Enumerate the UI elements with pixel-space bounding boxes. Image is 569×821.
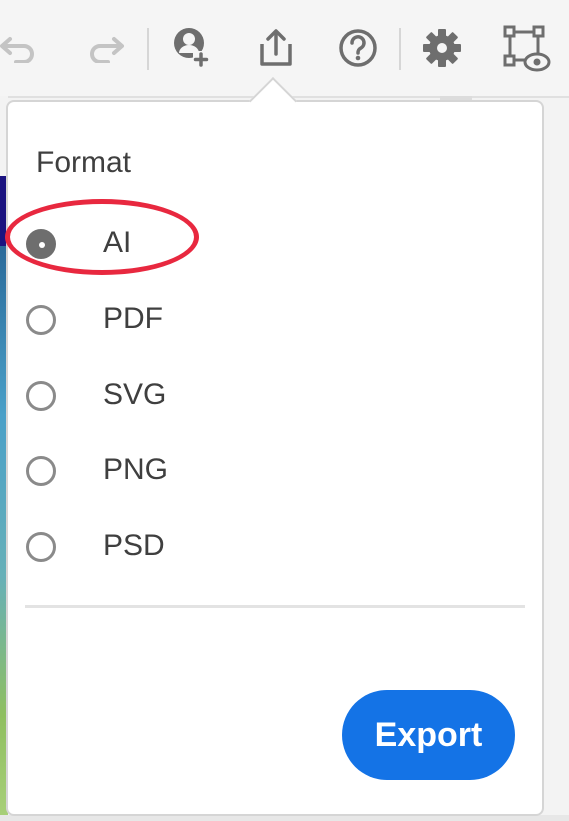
share-export-icon[interactable] [248,20,304,76]
radio-unselected-icon[interactable] [26,381,56,411]
undo-icon[interactable] [0,20,46,76]
radio-unselected-icon[interactable] [26,456,56,486]
toolbar-separator [147,28,149,70]
redo-icon[interactable] [78,20,134,76]
format-option-png[interactable]: PNG [24,449,324,499]
format-option-label: PSD [103,529,165,562]
format-option-label: PDF [103,302,163,335]
toolbar [0,0,569,98]
radio-unselected-icon[interactable] [26,532,56,562]
help-icon[interactable] [330,20,386,76]
format-option-label: PNG [103,453,169,486]
invite-user-icon[interactable] [164,20,220,76]
radio-unselected-icon[interactable] [26,305,56,335]
annotation-highlight-circle [5,199,199,275]
format-option-svg[interactable]: SVG [24,374,324,424]
format-heading: Format [36,146,132,179]
divider [25,605,525,608]
toolbar-separator [399,28,401,70]
format-option-pdf[interactable]: PDF [24,298,324,348]
format-option-label: SVG [103,378,167,411]
format-option-psd[interactable]: PSD [24,525,324,575]
artboard-preview-icon[interactable] [498,20,554,76]
export-button[interactable]: Export [342,690,515,780]
gear-icon[interactable] [414,20,470,76]
